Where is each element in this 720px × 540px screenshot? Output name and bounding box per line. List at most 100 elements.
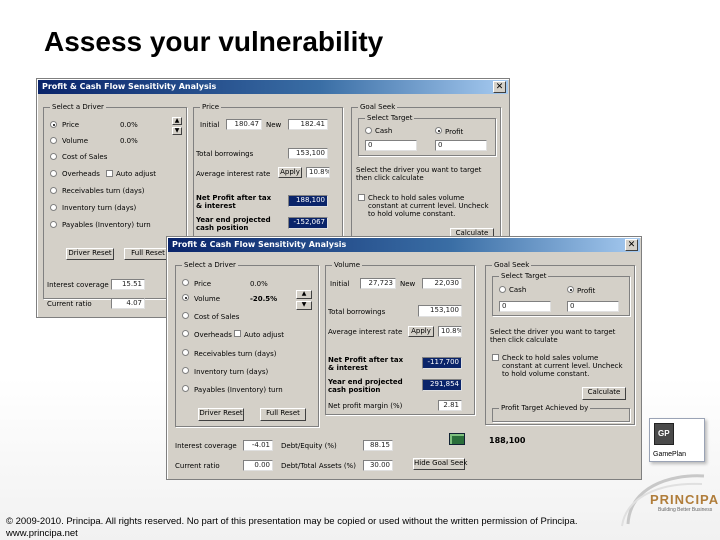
back-price-group: Price Initial 180.47 New 182.41 Total bo…	[193, 103, 343, 243]
front-avg-interest-field[interactable]: 10.8%	[438, 326, 462, 337]
spin-up-icon[interactable]: ▲	[172, 117, 182, 125]
gameplan-icon: GP	[654, 423, 674, 445]
front-radio-cost-of-sales[interactable]	[182, 312, 189, 319]
front-goal-seek-label: Goal Seek	[492, 261, 532, 270]
close-icon[interactable]: ✕	[493, 81, 506, 93]
front-target-cash-field[interactable]: 0	[499, 301, 551, 312]
front-target-profit-field[interactable]: 0	[567, 301, 619, 312]
front-radio-overheads[interactable]	[182, 330, 189, 337]
back-hold-volume-checkbox[interactable]	[358, 194, 365, 201]
back-avg-interest-field[interactable]: 10.8%	[306, 167, 330, 178]
front-target-profit-label: Profit	[577, 287, 596, 295]
front-target-profit-radio[interactable]	[567, 286, 574, 293]
back-driver-group-label: Select a Driver	[50, 103, 106, 112]
front-driver-group: Select a Driver Price 0.0% Volume -20.5%…	[175, 261, 319, 427]
back-driver-value: 0.0%	[120, 121, 138, 129]
front-hold-volume-text: Check to hold sales volume constant at c…	[502, 354, 623, 378]
back-driver-reset-button[interactable]: Driver Reset	[66, 248, 114, 260]
back-radio-overheads[interactable]	[50, 170, 57, 177]
back-radio-volume[interactable]	[50, 137, 57, 144]
spin-down-icon[interactable]: ▼	[296, 301, 312, 310]
front-radio-receivables[interactable]	[182, 349, 189, 356]
front-hold-volume-checkbox[interactable]	[492, 354, 499, 361]
back-target-profit-field[interactable]: 0	[435, 140, 487, 151]
front-driver-label: Volume	[194, 295, 221, 303]
back-target-cash-field[interactable]: 0	[365, 140, 417, 151]
front-volume-group-label: Volume	[332, 261, 363, 270]
back-apply-button[interactable]: Apply	[278, 167, 302, 178]
front-total-borrowings-label: Total borrowings	[328, 308, 386, 316]
front-radio-volume[interactable]	[182, 294, 189, 301]
front-debt-assets-field: 30.00	[363, 460, 393, 471]
spin-down-icon[interactable]: ▼	[172, 127, 182, 135]
front-radio-inventory[interactable]	[182, 367, 189, 374]
back-new-field[interactable]: 182.41	[288, 119, 328, 130]
back-new-label: New	[266, 121, 282, 129]
back-current-ratio-field: 4.07	[111, 298, 145, 309]
back-target-cash-radio[interactable]	[365, 127, 372, 134]
front-radio-price[interactable]	[182, 279, 189, 286]
front-driver-label: Cost of Sales	[194, 313, 240, 321]
back-target-profit-radio[interactable]	[435, 127, 442, 134]
front-margin-label: Net profit margin (%)	[328, 402, 403, 410]
front-interest-coverage-label: Interest coverage	[175, 442, 237, 450]
copyright-footer: © 2009-2010. Principa. All rights reserv…	[6, 516, 578, 539]
close-icon[interactable]: ✕	[625, 239, 638, 251]
back-total-borrowings-field: 153,100	[288, 148, 328, 159]
back-initial-field[interactable]: 180.47	[226, 119, 262, 130]
front-target-cash-label: Cash	[509, 286, 527, 294]
front-new-field[interactable]: 22,030	[422, 278, 462, 289]
front-select-target-group: Select Target Cash Profit 0 0	[492, 272, 630, 316]
front-calculate-button[interactable]: Calculate	[582, 387, 626, 400]
front-driver-value: -20.5%	[250, 295, 278, 303]
hide-goal-seek-button[interactable]: Hide Goal Seek	[413, 458, 467, 470]
front-radio-payables[interactable]	[182, 385, 189, 392]
front-driver-value: 0.0%	[250, 280, 268, 288]
front-net-profit-field: -117,700	[422, 357, 462, 369]
front-driver-label: Payables (Inventory) turn	[194, 386, 283, 394]
front-initial-field[interactable]: 27,723	[360, 278, 396, 289]
gameplan-logo: GP GamePlan	[649, 418, 705, 462]
back-driver-label: Payables (Inventory) turn	[62, 221, 151, 229]
front-driver-label: Receivables turn (days)	[194, 350, 277, 358]
gameplan-label: GamePlan	[653, 451, 687, 458]
front-driver-label: Price	[194, 280, 212, 288]
front-debt-equity-field: 88.15	[363, 440, 393, 451]
front-bottom-value: 188,100	[489, 436, 526, 445]
spin-up-icon[interactable]: ▲	[296, 290, 312, 299]
back-window-titlebar: Profit & Cash Flow Sensitivity Analysis …	[38, 80, 508, 94]
front-interest-coverage-field: -4.01	[243, 440, 273, 451]
back-auto-adjust-label: Auto adjust	[116, 170, 156, 178]
front-current-ratio-label: Current ratio	[175, 462, 220, 470]
front-apply-button[interactable]: Apply	[408, 326, 434, 337]
front-driver-reset-button[interactable]: Driver Reset	[198, 408, 244, 421]
back-hold-volume-text: Check to hold sales volume constant at c…	[368, 194, 489, 218]
back-initial-label: Initial	[200, 121, 220, 129]
front-full-reset-button[interactable]: Full Reset	[260, 408, 306, 421]
back-auto-adjust-checkbox[interactable]	[106, 170, 113, 177]
back-radio-payables[interactable]	[50, 221, 57, 228]
back-radio-inventory[interactable]	[50, 204, 57, 211]
principa-tagline: Building Better Business	[658, 507, 713, 513]
back-radio-receivables[interactable]	[50, 187, 57, 194]
back-radio-cost-of-sales[interactable]	[50, 153, 57, 160]
back-driver-label: Receivables turn (days)	[62, 187, 145, 195]
front-auto-adjust-label: Auto adjust	[244, 331, 284, 339]
principa-logo: PRINCIPA	[650, 492, 720, 507]
front-auto-adjust-checkbox[interactable]	[234, 330, 241, 337]
gameplan-badge: GP	[658, 429, 670, 438]
front-year-end-field: 291,854	[422, 379, 462, 391]
front-driver-group-label: Select a Driver	[182, 261, 238, 270]
front-target-cash-radio[interactable]	[499, 286, 506, 293]
back-goal-seek-label: Goal Seek	[358, 103, 398, 112]
front-window-titlebar: Profit & Cash Flow Sensitivity Analysis …	[168, 238, 640, 252]
back-year-end-label: Year end projected cash position	[196, 216, 271, 232]
back-radio-price[interactable]	[50, 121, 57, 128]
front-driver-label: Overheads	[194, 331, 232, 339]
back-total-borrowings-label: Total borrowings	[196, 150, 254, 158]
back-full-reset-button[interactable]: Full Reset	[124, 248, 172, 260]
front-year-end-label: Year end projected cash position	[328, 378, 403, 394]
calculator-icon[interactable]	[449, 433, 465, 445]
back-interest-coverage-label: Interest coverage	[47, 281, 109, 289]
back-avg-interest-label: Average interest rate	[196, 170, 271, 178]
